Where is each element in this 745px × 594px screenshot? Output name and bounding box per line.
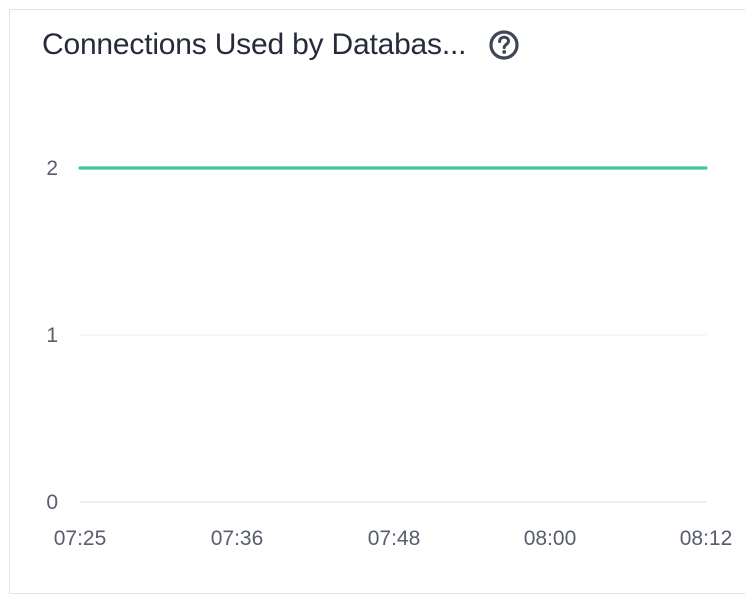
y-tick-label: 0: [46, 491, 58, 514]
x-tick-label: 08:00: [524, 527, 577, 550]
line-chart: 0 1 2 07:25 07:36 07:48 08:00 08:12: [46, 157, 732, 550]
y-tick-label: 1: [46, 324, 58, 347]
x-tick-label: 08:12: [680, 527, 733, 550]
x-tick-label: 07:48: [368, 527, 421, 550]
y-tick-label: 2: [46, 157, 58, 180]
x-tick-label: 07:25: [54, 527, 107, 550]
grid-lines: [80, 167, 706, 336]
x-tick-label: 07:36: [211, 527, 264, 550]
tick-labels: 0 1 2 07:25 07:36 07:48 08:00 08:12: [46, 157, 732, 550]
